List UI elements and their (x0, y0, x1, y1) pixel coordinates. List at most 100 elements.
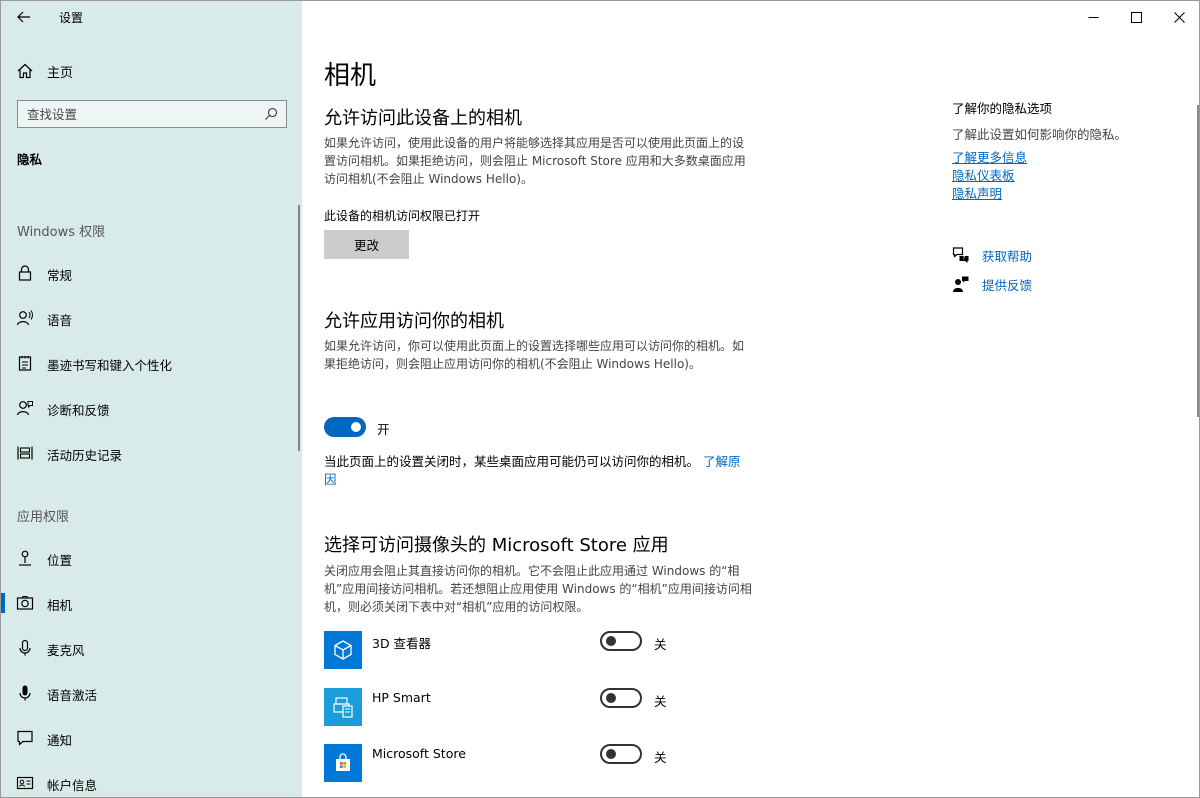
give-feedback-label: 提供反馈 (982, 278, 1033, 293)
sidebar-item-diagnostics[interactable]: 诊断和反馈 (1, 388, 302, 428)
lock-icon (18, 265, 32, 281)
list-item: Microsoft Store 关 (324, 744, 684, 784)
hp-smart-icon (333, 697, 353, 718)
home-icon (17, 63, 33, 79)
feedback-icon (953, 276, 969, 292)
app-access-description: 如果允许访问，你可以使用此页面上的设置选择哪些应用可以访问你的相机。如果拒绝访问… (324, 339, 745, 371)
app-toggle-3d-viewer[interactable] (600, 631, 642, 651)
sidebar-scrollbar[interactable] (298, 205, 300, 451)
sidebar-item-label: 诊断和反馈 (47, 403, 110, 418)
windows-permissions-header: Windows 权限 (17, 225, 106, 240)
page-title: 相机 (324, 61, 377, 91)
privacy-options-title: 了解你的隐私选项 (952, 101, 1053, 116)
close-button[interactable] (1158, 1, 1199, 33)
app-name: HP Smart (372, 690, 431, 705)
sidebar-item-location[interactable]: 位置 (1, 538, 302, 578)
app-toggle-label: 关 (654, 750, 667, 765)
list-item: 3D 查看器 关 (324, 631, 684, 671)
svg-text:?: ? (963, 256, 966, 262)
sidebar-item-label: 位置 (47, 553, 73, 568)
app-access-heading: 允许应用访问你的相机 (324, 311, 504, 332)
app-toggle-hp-smart[interactable] (600, 688, 642, 708)
sidebar-item-inking-typing[interactable]: 墨迹书写和键入个性化 (1, 343, 302, 383)
app-name: 3D 查看器 (372, 636, 432, 651)
store-icon (336, 753, 350, 771)
sidebar-item-account-info[interactable]: 帐户信息 (1, 763, 302, 797)
sidebar-item-general[interactable]: 常规 (1, 253, 302, 293)
sidebar-item-label: 墨迹书写和键入个性化 (47, 358, 173, 373)
search-icon[interactable] (264, 107, 278, 121)
toggle-knob (351, 422, 361, 432)
store-apps-description: 关闭应用会阻止其直接访问你的相机。它不会阻止此应用通过 Windows 的“相机… (324, 564, 752, 614)
close-icon (1174, 11, 1185, 23)
activity-history-icon (17, 446, 33, 460)
note-text: 当此页面上的设置关闭时，某些桌面应用可能仍可以访问你的相机。 (324, 454, 700, 469)
sidebar-item-camera[interactable]: 相机 (1, 583, 302, 623)
sidebar-item-microphone[interactable]: 麦克风 (1, 628, 302, 668)
camera-icon (16, 595, 34, 610)
app-access-note: 当此页面上的设置关闭时，某些桌面应用可能仍可以访问你的相机。 了解原因 (324, 453, 744, 489)
app-name: Microsoft Store (372, 746, 466, 761)
app-access-toggle[interactable] (324, 417, 366, 437)
window-title: 设置 (59, 11, 84, 25)
sidebar-item-label: 语音激活 (47, 688, 98, 703)
app-toggle-label: 关 (654, 637, 667, 652)
diagnostics-icon (16, 401, 33, 416)
location-icon (19, 550, 31, 566)
minimize-button[interactable] (1072, 1, 1115, 33)
window-caption-buttons (1072, 1, 1199, 33)
device-access-status: 此设备的相机访问权限已打开 (324, 209, 481, 223)
sidebar-item-voice-activation[interactable]: 语音激活 (1, 673, 302, 713)
privacy-statement-link[interactable]: 隐私声明 (952, 183, 1002, 202)
get-help-label: 获取帮助 (982, 249, 1033, 264)
back-arrow-icon (17, 11, 30, 23)
account-info-icon (16, 776, 34, 790)
sidebar-home[interactable]: 主页 (1, 53, 302, 87)
sidebar-item-label: 常规 (47, 268, 73, 283)
app-toggle-label: 关 (654, 694, 667, 709)
3d-viewer-icon (334, 640, 352, 660)
speech-icon (16, 310, 33, 326)
store-tile (324, 744, 362, 782)
home-label: 主页 (47, 66, 74, 81)
3d-viewer-tile (324, 631, 362, 669)
app-access-toggle-label: 开 (377, 422, 390, 437)
settings-window: 设置 主页 隐私 Windows 权限 常规 语音 墨迹书写和键入个性化 诊断和… (0, 0, 1200, 798)
sidebar: 设置 主页 隐私 Windows 权限 常规 语音 墨迹书写和键入个性化 诊断和… (1, 1, 302, 797)
device-access-description: 如果允许访问，使用此设备的用户将能够选择其应用是否可以使用此页面上的设置访问相机… (324, 136, 746, 186)
sidebar-item-label: 通知 (47, 733, 73, 748)
notification-icon (17, 730, 33, 746)
privacy-dashboard-link[interactable]: 隐私仪表板 (952, 165, 1015, 184)
current-section-label: 隐私 (17, 152, 43, 167)
get-help-link[interactable]: ? 获取帮助 (952, 244, 1152, 266)
maximize-icon (1131, 11, 1142, 23)
change-button[interactable]: 更改 (324, 230, 409, 259)
sidebar-item-label: 相机 (47, 598, 73, 613)
help-chat-icon: ? (952, 247, 969, 263)
notepad-icon (18, 356, 32, 371)
sidebar-item-notifications[interactable]: 通知 (1, 718, 302, 758)
search-box[interactable] (17, 100, 287, 128)
sidebar-item-label: 帐户信息 (47, 778, 98, 793)
sidebar-item-label: 麦克风 (47, 643, 85, 658)
list-item: HP Smart 关 (324, 688, 684, 728)
maximize-button[interactable] (1115, 1, 1158, 33)
sidebar-item-label: 语音 (47, 313, 73, 328)
sidebar-item-speech[interactable]: 语音 (1, 298, 302, 338)
toggle-knob (606, 693, 616, 703)
search-input[interactable] (18, 101, 258, 127)
toggle-knob (606, 749, 616, 759)
microphone-icon (19, 639, 31, 656)
learn-more-link[interactable]: 了解更多信息 (952, 147, 1027, 166)
voice-activation-icon (19, 685, 31, 701)
give-feedback-link[interactable]: 提供反馈 (952, 273, 1152, 295)
minimize-icon (1088, 16, 1099, 18)
back-button[interactable] (9, 3, 39, 31)
app-toggle-microsoft-store[interactable] (600, 744, 642, 764)
app-permissions-header: 应用权限 (17, 510, 70, 525)
main-content: 相机 允许访问此设备上的相机 如果允许访问，使用此设备的用户将能够选择其应用是否… (302, 1, 1199, 797)
sidebar-item-activity-history[interactable]: 活动历史记录 (1, 433, 302, 473)
store-apps-heading: 选择可访问摄像头的 Microsoft Store 应用 (324, 535, 669, 556)
sidebar-item-label: 活动历史记录 (47, 448, 123, 463)
privacy-options-description: 了解此设置如何影响你的隐私。 (952, 127, 1128, 142)
